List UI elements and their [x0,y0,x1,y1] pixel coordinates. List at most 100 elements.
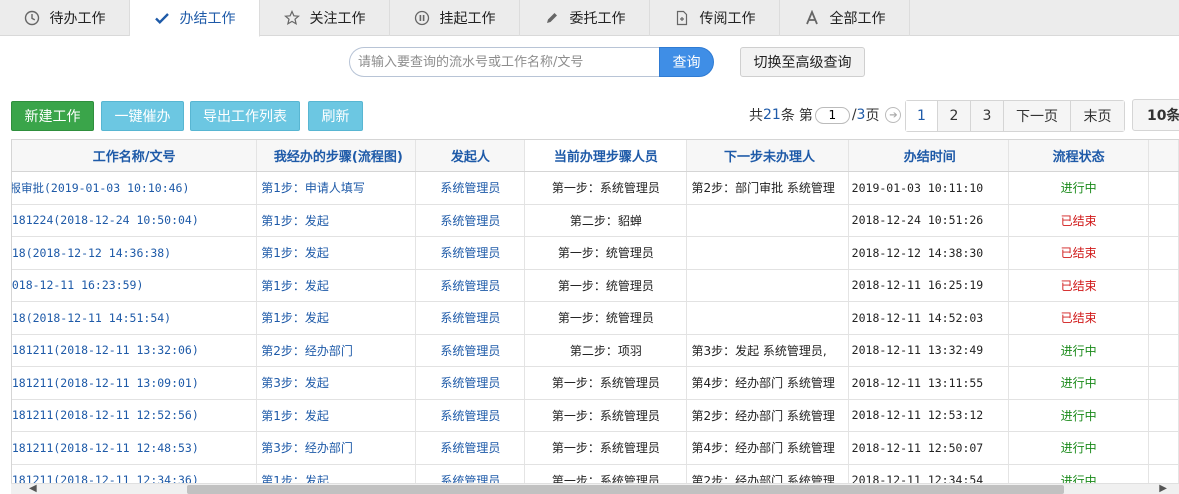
table-row[interactable]: (2018-12-11 16:23:59) 第1步：发起 系统管理员 第一步：统管理员… [12,269,1179,302]
col-header-step[interactable]: 我经办的步骤(流程图) [257,140,417,171]
next-handler: 第2步：经办部门 系统管理 [691,408,835,423]
table-row[interactable]: 2018(2018-12-11 14:51:54) 第1步：发起 系统管理员 第一步：… [12,302,1179,335]
tab-all[interactable]: 全部工作 [780,0,910,36]
page-number-input[interactable] [814,106,850,124]
page-suffix: 页 [865,108,880,124]
step-link[interactable]: 第2步：经办部门 [261,342,353,359]
initiator-link[interactable]: 系统管理员 [440,374,500,391]
work-name-link-cell: 20181224(2018-12-24 10:50:04) [12,204,258,236]
initiator-link[interactable]: 系统管理员 [440,407,500,424]
tab-circulated[interactable]: 传阅工作 [650,0,780,36]
initiator-link[interactable]: 系统管理员 [440,439,500,456]
new-work-button[interactable]: 新建工作 [11,101,94,131]
table-row[interactable]: 20181211(2018-12-11 13:09:01) 第3步：发起 系统管理员… [12,367,1179,400]
next-handler-cell: 第4步：经办部门 系统管理 [687,432,849,464]
step-link-cell: 第3步：经办部门 [257,432,417,464]
col-header-name[interactable]: 工作名称/文号 [12,140,258,171]
extra-cell [1149,172,1179,204]
advanced-search-button[interactable]: 切换至高级查询 [740,47,865,77]
work-name-link[interactable]: 20181224(2018-12-24 10:50:04) [12,213,199,227]
work-name-link[interactable]: 20181211(2018-12-11 12:52:56) [12,408,199,422]
step-link[interactable]: 第3步：发起 [261,374,329,391]
tab-todo[interactable]: 待办工作 [0,0,130,36]
next-page-button[interactable]: 下一页 [1004,101,1071,131]
initiator-link-cell: 系统管理员 [416,399,526,431]
search-input[interactable] [349,47,659,77]
extra-cell [1149,302,1179,334]
col-header-status[interactable]: 流程状态 [1009,140,1150,171]
horizontal-scrollbar[interactable]: ◀ ▶ [11,483,1179,494]
initiator-link[interactable]: 系统管理员 [440,472,500,483]
last-page-button[interactable]: 末页 [1071,101,1124,131]
current-handler: 第一步：系统管理员 [545,404,666,426]
work-name-link[interactable]: 星报审批(2019-01-03 10:10:46) [12,180,189,196]
scrollbar-thumb[interactable] [187,485,1064,494]
initiator-link[interactable]: 系统管理员 [440,179,500,196]
tab-delegated[interactable]: 委托工作 [520,0,650,36]
work-name-link[interactable]: 20181211(2018-12-11 12:34:36) [12,473,199,483]
initiator-link[interactable]: 系统管理员 [440,277,500,294]
tab-label: 挂起工作 [439,11,496,27]
col-header-time[interactable]: 办结时间 [849,140,1009,171]
initiator-link-cell: 系统管理员 [416,302,526,334]
status-badge: 进行中 [1060,343,1097,358]
finish-time: 2018-12-11 14:52:03 [851,310,984,325]
col-header-initiator[interactable]: 发起人 [416,140,526,171]
initiator-link[interactable]: 系统管理员 [440,342,500,359]
table-row[interactable]: 星报审批(2019-01-03 10:10:46) 第1步：申请人填写 系统管理员 第… [12,172,1179,205]
work-name-link-cell: 2018(2018-12-11 14:51:54) [12,302,258,334]
next-handler-cell [687,204,849,236]
step-link[interactable]: 第1步：发起 [261,277,329,294]
table-row[interactable]: 20181211(2018-12-11 13:32:06) 第2步：经办部门 系统管… [12,334,1179,367]
refresh-button[interactable]: 刷新 [308,101,363,131]
work-name-link[interactable]: 2018(2018-12-12 14:36:38) [12,246,171,260]
work-name-link[interactable]: (2018-12-11 16:23:59) [12,278,143,292]
step-link[interactable]: 第1步：发起 [261,244,329,261]
page-size-select[interactable]: 10条 [1132,99,1179,131]
search-button[interactable]: 查询 [659,47,714,77]
scroll-left-icon[interactable]: ◀ [29,483,37,494]
pagination-info: 共 21 条 第 / 3 页 ➔ [749,105,902,125]
step-link[interactable]: 第1步：发起 [261,309,329,326]
table-row[interactable]: 20181211(2018-12-11 12:34:36) 第1步：发起 系统管理员… [12,464,1179,483]
work-name-link[interactable]: 20181211(2018-12-11 13:32:06) [12,343,199,357]
table-row[interactable]: 20181211(2018-12-11 12:52:56) 第1步：发起 系统管理员… [12,399,1179,432]
tab-followed[interactable]: 关注工作 [260,0,390,36]
step-link[interactable]: 第3步：经办部门 [261,439,353,456]
table-row[interactable]: 20181211(2018-12-11 12:48:53) 第3步：经办部门 系统管… [12,432,1179,465]
initiator-link[interactable]: 系统管理员 [440,212,500,229]
page-button-3[interactable]: 3 [971,101,1004,131]
work-name-link[interactable]: 20181211(2018-12-11 12:48:53) [12,441,199,455]
initiator-link[interactable]: 系统管理员 [440,309,500,326]
step-link-cell: 第1步：发起 [257,204,417,236]
col-header-current[interactable]: 当前办理步骤人员 [525,140,688,171]
table-row[interactable]: 20181224(2018-12-24 10:50:04) 第1步：发起 系统管理员… [12,204,1179,237]
pen-icon [544,10,560,26]
step-link[interactable]: 第1步：申请人填写 [261,179,365,196]
status-badge-cell: 已结束 [1009,269,1150,301]
step-link[interactable]: 第1步：发起 [261,472,329,483]
current-handler: 第一步：统管理员 [551,242,660,264]
export-list-button[interactable]: 导出工作列表 [190,101,300,131]
work-name-link[interactable]: 20181211(2018-12-11 13:09:01) [12,376,199,390]
col-header-next[interactable]: 下一步未办理人 [687,140,849,171]
letter-a-icon [804,10,820,26]
tab-finished[interactable]: 办结工作 [130,0,260,37]
status-badge-cell: 进行中 [1009,172,1150,204]
step-link[interactable]: 第1步：发起 [261,212,329,229]
current-handler-cell: 第一步：统管理员 [525,302,688,334]
step-link-cell: 第1步：发起 [257,464,417,483]
urge-all-button[interactable]: 一键催办 [101,101,184,131]
initiator-link[interactable]: 系统管理员 [440,244,500,261]
step-link[interactable]: 第1步：发起 [261,407,329,424]
scroll-right-icon[interactable]: ▶ [1159,483,1167,494]
status-badge-cell: 进行中 [1009,334,1150,366]
page-button-1[interactable]: 1 [906,101,938,131]
tab-suspended[interactable]: 挂起工作 [390,0,520,36]
table-row[interactable]: 2018(2018-12-12 14:36:38) 第1步：发起 系统管理员 第一步：… [12,237,1179,270]
next-handler-cell: 第3步：发起 系统管理员, [687,334,849,366]
go-arrow-icon[interactable]: ➔ [885,107,902,123]
page-button-2[interactable]: 2 [938,101,971,131]
work-name-link[interactable]: 2018(2018-12-11 14:51:54) [12,311,171,325]
status-badge: 已结束 [1060,311,1097,326]
